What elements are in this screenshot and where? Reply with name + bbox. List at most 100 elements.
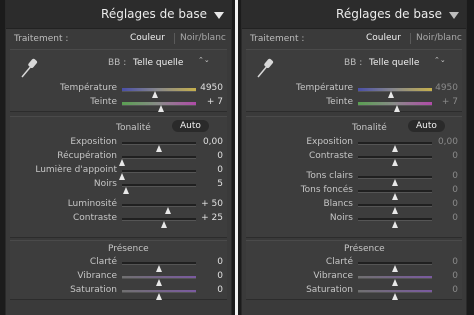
exposition-slider[interactable] [358, 142, 432, 152]
slider-thumb[interactable] [392, 221, 398, 228]
clarte-label: Clarté [89, 257, 117, 267]
noirs-value[interactable]: 5 [193, 179, 223, 189]
blancs-label: Blancs [323, 199, 353, 209]
blancs-row: Blancs 0 [246, 198, 462, 214]
clarte-label: Clarté [325, 257, 353, 267]
saturation-value[interactable]: 0 [428, 285, 458, 295]
blancs-value[interactable]: 0 [428, 199, 458, 209]
vibrance-value[interactable]: 0 [193, 271, 223, 281]
collapse-triangle-icon[interactable] [449, 12, 459, 19]
slider-thumb[interactable] [158, 105, 165, 112]
clarte-slider[interactable] [122, 262, 196, 272]
panel-title: Réglages de base [101, 7, 207, 21]
tons-fonces-value[interactable]: 0 [428, 185, 458, 195]
temperature-value[interactable]: 4950 [428, 83, 458, 93]
tone-label: Tonalité [352, 123, 387, 133]
tons-clairs-value[interactable]: 0 [428, 171, 458, 181]
treatment-bw-option[interactable]: Noir/blanc [416, 33, 462, 43]
slider-thumb[interactable] [394, 105, 401, 112]
recuperation-row: Récupération 0 [10, 150, 227, 166]
lumiere-d-appoint-value[interactable]: 0 [193, 165, 223, 175]
eyedropper-icon[interactable] [18, 56, 40, 80]
noirs-row: Noirs 0 [246, 212, 462, 228]
luminosite-value[interactable]: + 50 [193, 199, 223, 209]
exposition-row: Exposition 0,00 [246, 136, 462, 152]
treatment-row: Traitement : Couleur Noir/blanc [6, 31, 231, 47]
recuperation-value[interactable]: 0 [193, 151, 223, 161]
vibrance-row: Vibrance 0 [10, 270, 227, 286]
white-balance-section: BB : Telle quelle ⌃⌄ Température 4950 Te… [246, 49, 462, 112]
contraste-label: Contraste [309, 151, 353, 161]
collapse-triangle-icon[interactable] [214, 12, 224, 19]
contraste-slider[interactable] [122, 218, 196, 228]
wb-preset-value[interactable]: Telle quelle [133, 58, 183, 68]
slider-thumb[interactable] [161, 221, 168, 228]
wb-stepper-icon[interactable]: ⌃⌄ [434, 57, 446, 64]
exposition-slider[interactable] [122, 142, 196, 152]
clarte-value[interactable]: 0 [428, 257, 458, 267]
tint-value[interactable]: + 7 [193, 97, 223, 107]
saturation-slider[interactable] [122, 290, 196, 300]
temperature-value[interactable]: 4950 [193, 83, 223, 93]
clarte-value[interactable]: 0 [193, 257, 223, 267]
temperature-row: Température 4950 [10, 82, 227, 98]
tone-section: Tonalité Auto Exposition 0,00 Contraste 0 To… [246, 116, 462, 238]
exposition-value[interactable]: 0,00 [428, 137, 458, 147]
wb-preset-value[interactable]: Telle quelle [369, 58, 419, 68]
treatment-color-option[interactable]: Couleur [130, 33, 165, 43]
vibrance-value[interactable]: 0 [428, 271, 458, 281]
temperature-slider[interactable] [358, 88, 432, 98]
vibrance-slider[interactable] [122, 276, 196, 286]
auto-tone-button[interactable]: Auto [172, 120, 209, 132]
exposition-value[interactable]: 0,00 [193, 137, 223, 147]
clarte-slider[interactable] [358, 262, 432, 272]
temperature-slider[interactable] [122, 88, 196, 98]
luminosite-slider[interactable] [122, 204, 196, 214]
treatment-color-option[interactable]: Couleur [366, 33, 401, 43]
contraste-label: Contraste [73, 213, 117, 223]
lumiere-d-appoint-slider[interactable] [119, 170, 196, 180]
recuperation-slider[interactable] [119, 156, 196, 166]
clarte-row: Clarté 0 [10, 256, 227, 272]
treatment-bw-option[interactable]: Noir/blanc [180, 33, 226, 43]
slider-thumb[interactable] [122, 187, 129, 194]
saturation-row: Saturation 0 [246, 284, 462, 300]
clarte-row: Clarté 0 [246, 256, 462, 272]
basic-panel-right: Réglages de base Traitement : Couleur No… [241, 0, 467, 315]
tons-clairs-row: Tons clairs 0 [246, 170, 462, 186]
tint-slider[interactable] [358, 102, 432, 112]
luminosite-row: Luminosité + 50 [10, 198, 227, 214]
vibrance-label: Vibrance [313, 271, 353, 281]
tons-clairs-label: Tons clairs [306, 171, 353, 181]
slider-thumb[interactable] [392, 159, 398, 166]
temperature-label: Température [59, 83, 117, 93]
panel-header[interactable]: Réglages de base [6, 0, 231, 29]
presence-section: Présence Clarté 0 Vibrance 0 Saturation 0 [246, 240, 462, 300]
slider-thumb[interactable] [156, 293, 162, 300]
contraste-row: Contraste + 25 [10, 212, 227, 228]
noirs-row: Noirs 5 [10, 178, 227, 194]
saturation-value[interactable]: 0 [193, 285, 223, 295]
tone-label: Tonalité [116, 123, 151, 133]
slider-thumb[interactable] [392, 293, 398, 300]
noirs-slider[interactable] [122, 184, 196, 194]
noirs-slider[interactable] [358, 218, 432, 228]
vibrance-slider[interactable] [358, 276, 432, 286]
noirs-value[interactable]: 0 [428, 213, 458, 223]
wb-stepper-icon[interactable]: ⌃⌄ [198, 57, 210, 64]
tons-clairs-slider[interactable] [358, 176, 432, 186]
contraste-value[interactable]: 0 [428, 151, 458, 161]
auto-tone-button[interactable]: Auto [408, 120, 445, 132]
saturation-slider[interactable] [358, 290, 432, 300]
tint-slider[interactable] [122, 102, 196, 112]
panel-header[interactable]: Réglages de base [242, 0, 466, 29]
blancs-slider[interactable] [358, 204, 432, 214]
exposition-label: Exposition [306, 137, 353, 147]
eyedropper-icon[interactable] [254, 56, 276, 80]
contraste-slider[interactable] [358, 156, 432, 166]
tint-value[interactable]: + 7 [428, 97, 458, 107]
option-separator [410, 33, 411, 44]
exposition-row: Exposition 0,00 [10, 136, 227, 152]
contraste-value[interactable]: + 25 [193, 213, 223, 223]
tons-fonces-slider[interactable] [358, 190, 432, 200]
